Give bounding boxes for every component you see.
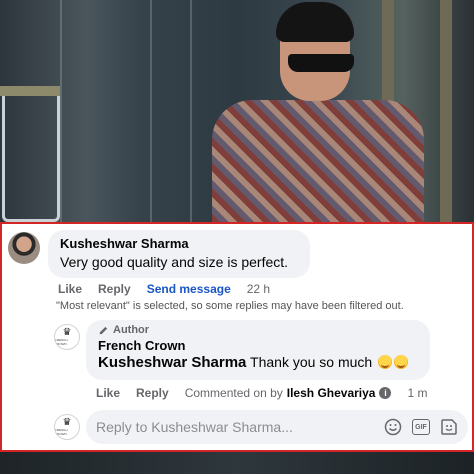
send-message-link[interactable]: Send message bbox=[147, 282, 231, 296]
comment-text: Very good quality and size is perfect. bbox=[60, 254, 289, 270]
person-sunglasses bbox=[288, 54, 354, 72]
comment-bubble: Kusheshwar Sharma Very good quality and … bbox=[48, 230, 310, 278]
crown-icon: ♛ bbox=[62, 327, 72, 338]
commented-on-by-label: Commented on by bbox=[184, 386, 283, 400]
reply-text-line: Kusheshwar Sharma Thank you so much bbox=[98, 354, 418, 371]
comment-panel: Kusheshwar Sharma Very good quality and … bbox=[0, 222, 474, 452]
info-icon[interactable]: i bbox=[379, 387, 392, 399]
like-link[interactable]: Like bbox=[58, 282, 82, 296]
gif-icon[interactable]: GIF bbox=[412, 418, 430, 436]
post-photo[interactable] bbox=[0, 0, 474, 222]
comment-author[interactable]: Kusheshwar Sharma bbox=[60, 236, 298, 251]
background-strip bbox=[0, 452, 474, 474]
reply-text: Thank you so much bbox=[250, 354, 373, 370]
filter-notice: "Most relevant" is selected, so some rep… bbox=[56, 300, 404, 312]
sticker-icon[interactable] bbox=[440, 418, 458, 436]
smile-emoji-icon bbox=[378, 355, 393, 369]
reply-input[interactable]: Reply to Kusheshwar Sharma... GIF bbox=[86, 410, 468, 444]
shelf bbox=[0, 86, 60, 96]
reply-link[interactable]: Reply bbox=[136, 386, 169, 400]
commenter-avatar[interactable] bbox=[8, 232, 40, 264]
reply-input-placeholder[interactable]: Reply to Kusheshwar Sharma... bbox=[96, 419, 384, 435]
edit-icon bbox=[99, 326, 108, 334]
reply-link[interactable]: Reply bbox=[98, 282, 131, 296]
current-page-avatar[interactable]: ♛ FRENCH CROWN bbox=[54, 414, 80, 440]
window-frame bbox=[190, 0, 192, 222]
window-frame bbox=[60, 0, 62, 222]
crown-icon: ♛ bbox=[62, 417, 72, 428]
mentioned-user[interactable]: Kusheshwar Sharma bbox=[98, 354, 246, 371]
reply-author[interactable]: French Crown bbox=[98, 338, 418, 353]
emoji-icon[interactable] bbox=[384, 418, 402, 436]
person-shirt bbox=[212, 100, 424, 222]
comment-actions: Like Reply Send message 22 h bbox=[58, 282, 286, 296]
window-pillar bbox=[440, 0, 452, 222]
brand-caption: FRENCH CROWN bbox=[55, 428, 68, 436]
person-hair bbox=[276, 2, 354, 42]
author-badge: Author bbox=[98, 324, 418, 336]
brand-caption: FRENCH CROWN bbox=[55, 338, 68, 346]
window-frame bbox=[150, 0, 152, 222]
reply-bubble: Author French Crown Kusheshwar Sharma Th… bbox=[86, 320, 430, 380]
like-link[interactable]: Like bbox=[96, 386, 120, 400]
brand-avatar[interactable]: ♛ FRENCH CROWN bbox=[54, 324, 80, 350]
input-tools: GIF bbox=[384, 418, 458, 436]
smile-emoji-icon bbox=[394, 355, 409, 369]
chair bbox=[2, 96, 60, 222]
reply-actions: Like Reply Commented on by Ilesh Ghevari… bbox=[96, 386, 444, 400]
commenter-name[interactable]: Ilesh Ghevariya bbox=[287, 386, 376, 400]
reply-timestamp[interactable]: 1 m bbox=[407, 386, 427, 400]
comment-timestamp[interactable]: 22 h bbox=[247, 282, 270, 296]
author-badge-label: Author bbox=[113, 324, 150, 336]
